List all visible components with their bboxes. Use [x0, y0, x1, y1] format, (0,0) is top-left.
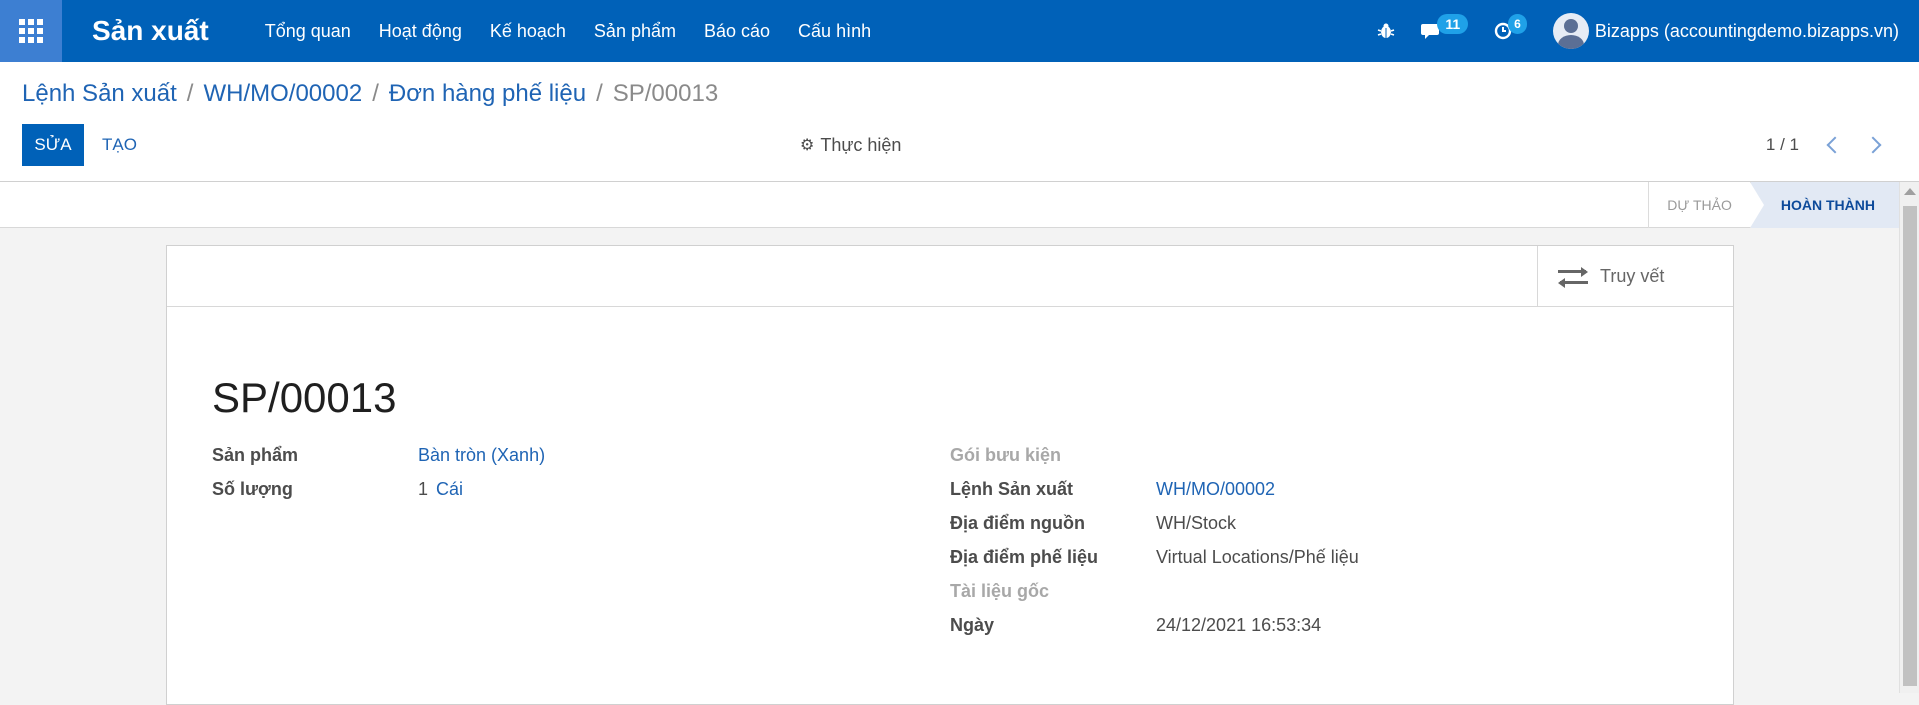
- create-button[interactable]: TẠO: [102, 124, 137, 166]
- action-menu-button[interactable]: ⚙ Thực hiện: [800, 124, 901, 166]
- breadcrumb-item-mo[interactable]: WH/MO/00002: [203, 80, 362, 108]
- exchange-arrows-icon: [1558, 266, 1588, 288]
- button-box: Truy vết: [167, 246, 1733, 307]
- activities-count-badge: 6: [1508, 14, 1527, 34]
- source-document-label: Tài liệu gốc: [950, 580, 1050, 601]
- main-menu: Tổng quan Hoạt động Kế hoạch Sản phẩm Bá…: [265, 21, 899, 42]
- breadcrumb: Lệnh Sản xuất / WH/MO/00002 / Đơn hàng p…: [22, 80, 718, 108]
- breadcrumb-item-manufacturing-orders[interactable]: Lệnh Sản xuất: [22, 80, 177, 108]
- pager-value[interactable]: 1 / 1: [1766, 135, 1799, 155]
- menu-item-planning[interactable]: Kế hoạch: [490, 21, 566, 42]
- edit-button[interactable]: SỬA: [22, 124, 84, 166]
- source-location-value: WH/Stock: [1156, 512, 1237, 533]
- quantity-uom-link[interactable]: Cái: [436, 479, 463, 500]
- breadcrumb-item-scrap-orders[interactable]: Đơn hàng phế liệu: [389, 80, 586, 108]
- manufacturing-order-link[interactable]: WH/MO/00002: [1156, 479, 1275, 500]
- scrap-location-value: Virtual Locations/Phế liệu: [1156, 546, 1359, 567]
- user-name: Bizapps (accountingdemo.bizapps.vn): [1594, 20, 1899, 41]
- activities-button[interactable]: 6: [1494, 14, 1527, 40]
- status-steps: DỰ THẢO HOÀN THÀNH: [1648, 182, 1899, 228]
- debug-bug-icon[interactable]: [1377, 22, 1395, 40]
- vertical-scrollbar[interactable]: [1899, 182, 1919, 693]
- package-label: Gói bưu kiện: [950, 444, 1062, 465]
- scrap-location-label: Địa điểm phế liệu: [950, 546, 1099, 567]
- menu-item-operations[interactable]: Hoạt động: [379, 21, 462, 42]
- gear-icon: ⚙: [800, 137, 815, 154]
- status-bar: DỰ THẢO HOÀN THÀNH: [0, 182, 1899, 228]
- traceability-button[interactable]: Truy vết: [1537, 246, 1733, 307]
- source-location-label: Địa điểm nguồn: [950, 512, 1085, 533]
- breadcrumb-separator: /: [186, 80, 194, 107]
- apps-menu-button[interactable]: [0, 0, 62, 62]
- status-step-draft[interactable]: DỰ THẢO: [1648, 182, 1750, 228]
- manufacturing-order-label: Lệnh Sản xuất: [950, 478, 1074, 499]
- app-title[interactable]: Sản xuất: [92, 15, 209, 47]
- field-row-product: Sản phẩm Bàn tròn (Xanh): [212, 438, 812, 472]
- menu-item-products[interactable]: Sản phẩm: [594, 21, 676, 42]
- pager: 1 / 1: [1766, 124, 1882, 166]
- field-row-source-document: Tài liệu gốc: [950, 574, 1670, 608]
- breadcrumb-separator: /: [596, 80, 603, 107]
- right-field-group: Gói bưu kiện Lệnh Sản xuất WH/MO/00002 Đ…: [950, 438, 1670, 642]
- chevron-right-icon[interactable]: [1864, 136, 1882, 154]
- quantity-label: Số lượng: [212, 478, 293, 499]
- breadcrumb-current: SP/00013: [612, 80, 719, 107]
- menu-item-configuration[interactable]: Cấu hình: [798, 21, 871, 42]
- field-row-quantity: Số lượng 1 Cái: [212, 472, 812, 506]
- quantity-value: 1: [418, 478, 429, 499]
- traceability-label: Truy vết: [1600, 266, 1665, 286]
- field-row-package: Gói bưu kiện: [950, 438, 1670, 472]
- control-panel: Lệnh Sản xuất / WH/MO/00002 / Đơn hàng p…: [0, 62, 1919, 182]
- breadcrumb-separator: /: [372, 80, 379, 107]
- scroll-thumb[interactable]: [1903, 206, 1917, 686]
- avatar: [1552, 13, 1589, 49]
- status-step-done[interactable]: HOÀN THÀNH: [1749, 182, 1899, 228]
- action-menu-label: Thực hiện: [820, 134, 902, 155]
- user-menu[interactable]: Bizapps (accountingdemo.bizapps.vn): [1552, 13, 1899, 49]
- product-value-link[interactable]: Bàn tròn (Xanh): [418, 445, 545, 466]
- messages-button[interactable]: 11: [1421, 14, 1469, 40]
- scroll-up-arrow-icon[interactable]: [1904, 188, 1916, 195]
- systray: 11 6 Bizapps (accountingdemo.bizapps.vn): [1377, 0, 1899, 62]
- messages-count-badge: 11: [1437, 14, 1469, 34]
- chevron-left-icon[interactable]: [1826, 136, 1844, 154]
- date-value: 24/12/2021 16:53:34: [1156, 614, 1322, 635]
- field-row-source-location: Địa điểm nguồn WH/Stock: [950, 506, 1670, 540]
- product-label: Sản phẩm: [212, 444, 299, 465]
- field-row-manufacturing-order: Lệnh Sản xuất WH/MO/00002: [950, 472, 1670, 506]
- menu-item-overview[interactable]: Tổng quan: [265, 21, 351, 42]
- field-row-date: Ngày 24/12/2021 16:53:34: [950, 608, 1670, 642]
- record-title: SP/00013: [212, 374, 397, 422]
- date-label: Ngày: [950, 614, 995, 635]
- apps-grid-icon: [19, 19, 43, 43]
- form-sheet: Truy vết SP/00013 Sản phẩm Bàn tròn (Xan…: [166, 245, 1734, 705]
- menu-item-reporting[interactable]: Báo cáo: [704, 21, 770, 42]
- left-field-group: Sản phẩm Bàn tròn (Xanh) Số lượng 1 Cái: [212, 438, 812, 506]
- field-row-scrap-location: Địa điểm phế liệu Virtual Locations/Phế …: [950, 540, 1670, 574]
- top-navbar: Sản xuất Tổng quan Hoạt động Kế hoạch Sả…: [0, 0, 1919, 62]
